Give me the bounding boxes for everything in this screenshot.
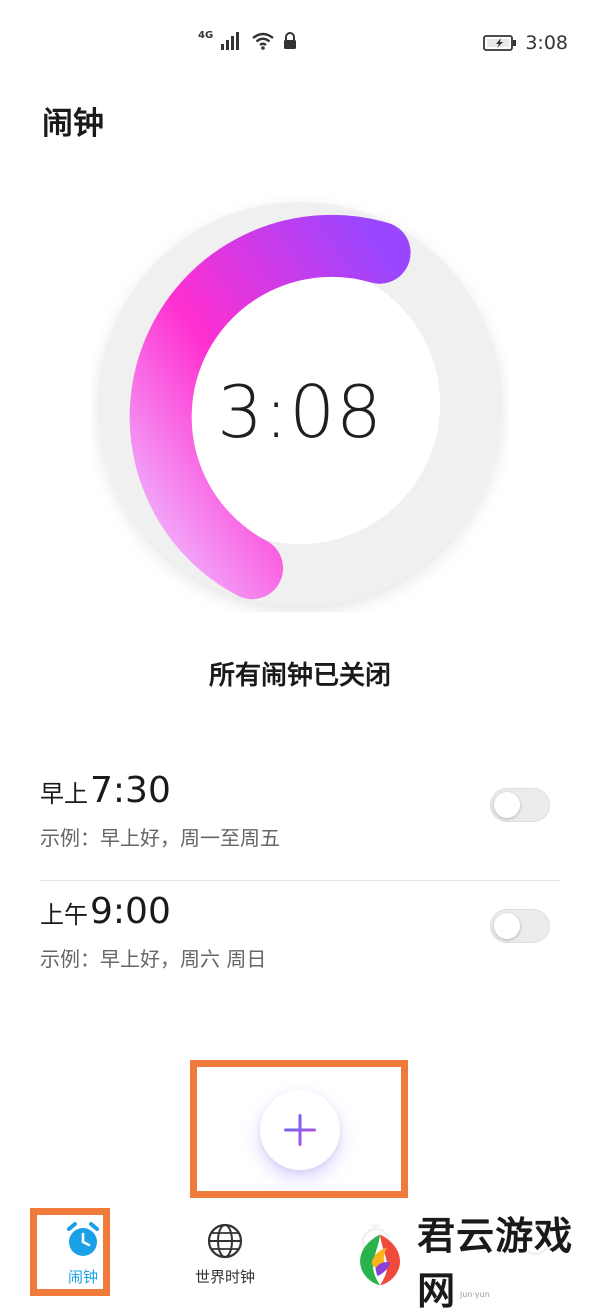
- globe-icon: [207, 1223, 243, 1259]
- alarm-description: 示例：早上好，周一至周五: [40, 826, 280, 850]
- alarm-status-text: 所有闹钟已关闭: [208, 661, 391, 691]
- alarm-list: 早上 7:30 示例：早上好，周一至周五 上午 9:00 示例：早上好，周六 周…: [40, 760, 560, 1001]
- alarm-description: 示例：早上好，周六 周日: [40, 947, 267, 971]
- alarm-toggle[interactable]: [490, 788, 550, 822]
- alarm-period: 早上: [40, 780, 88, 808]
- signal-icon: [221, 32, 240, 50]
- watermark: 君云游戏网: [345, 1213, 600, 1313]
- status-indicators: 4G: [198, 29, 297, 50]
- battery-icon: [483, 35, 517, 51]
- status-right: 3:08: [483, 32, 568, 54]
- status-bar: 4G 3:08: [0, 0, 600, 90]
- page-title: 闹钟: [42, 106, 104, 142]
- wifi-icon: [252, 32, 274, 50]
- watermark-logo: [360, 1234, 401, 1286]
- toggle-knob: [494, 913, 520, 939]
- add-alarm-button[interactable]: [260, 1090, 340, 1170]
- alarm-period: 上午: [40, 901, 88, 929]
- network-type: 4G: [198, 29, 214, 41]
- plus-icon: [284, 1114, 316, 1146]
- tab-world-clock[interactable]: 世界时钟: [170, 1208, 280, 1300]
- tab-world-clock-label: 世界时钟: [194, 1268, 255, 1286]
- alarm-toggle[interactable]: [490, 909, 550, 943]
- alarm-time: 7:30: [90, 770, 171, 811]
- alarm-time-row: 上午 9:00: [40, 891, 171, 932]
- tab-alarm-highlight: [30, 1208, 110, 1296]
- current-time: 3:08: [217, 370, 383, 454]
- watermark-subtext: jun·yun: [460, 1290, 490, 1299]
- lock-icon: [284, 32, 297, 49]
- alarm-item[interactable]: 早上 7:30 示例：早上好，周一至周五: [40, 760, 560, 880]
- alarm-time-row: 早上 7:30: [40, 770, 171, 811]
- alarm-item[interactable]: 上午 9:00 示例：早上好，周六 周日: [40, 880, 560, 1001]
- toggle-knob: [494, 792, 520, 818]
- alarm-time: 9:00: [90, 891, 171, 932]
- watermark-text: 君云游戏网: [417, 1213, 574, 1313]
- status-time: 3:08: [525, 32, 568, 54]
